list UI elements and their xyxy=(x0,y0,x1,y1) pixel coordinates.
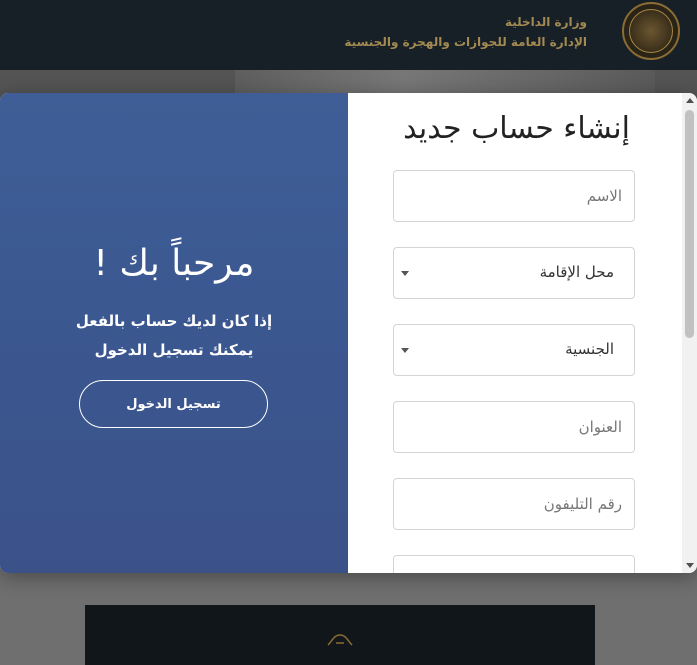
welcome-title: مرحباً بك ! xyxy=(93,243,255,284)
next-input[interactable] xyxy=(393,555,635,573)
chevron-down-icon xyxy=(401,348,409,353)
residence-select-value: محل الإقامة xyxy=(539,263,614,281)
bottom-banner xyxy=(85,605,595,665)
scroll-down-icon[interactable] xyxy=(686,563,694,568)
page-header: وزارة الداخلية الإدارة العامة للجوازات و… xyxy=(0,0,697,70)
login-button[interactable]: تسجيل الدخول xyxy=(79,380,268,428)
signup-modal: مرحباً بك ! إذا كان لديك حساب بالفعل يمك… xyxy=(0,93,697,573)
address-input[interactable] xyxy=(393,401,635,453)
name-input[interactable] xyxy=(393,170,635,222)
residence-select[interactable]: محل الإقامة xyxy=(393,247,635,299)
ministry-name: وزارة الداخلية الإدارة العامة للجوازات و… xyxy=(344,12,587,52)
nationality-select[interactable]: الجنسية xyxy=(393,324,635,376)
modal-scrollbar[interactable] xyxy=(682,93,697,573)
ministry-line-1: وزارة الداخلية xyxy=(504,15,587,29)
chevron-down-icon xyxy=(401,271,409,276)
nationality-select-value: الجنسية xyxy=(565,340,614,358)
scroll-thumb[interactable] xyxy=(685,110,694,338)
eagle-emblem-icon xyxy=(327,634,353,646)
form-title: إنشاء حساب جديد xyxy=(403,111,630,146)
ministry-line-2: الإدارة العامة للجوازات والهجرة والجنسية xyxy=(344,35,587,49)
eagle-emblem-icon[interactable] xyxy=(622,2,680,60)
welcome-text: إذا كان لديك حساب بالفعل يمكنك تسجيل الد… xyxy=(75,312,273,359)
signup-form: إنشاء حساب جديد محل الإقامة الجنسية xyxy=(348,93,682,573)
scroll-up-icon[interactable] xyxy=(686,98,694,103)
phone-input[interactable] xyxy=(393,478,635,530)
welcome-panel: مرحباً بك ! إذا كان لديك حساب بالفعل يمك… xyxy=(0,93,348,573)
